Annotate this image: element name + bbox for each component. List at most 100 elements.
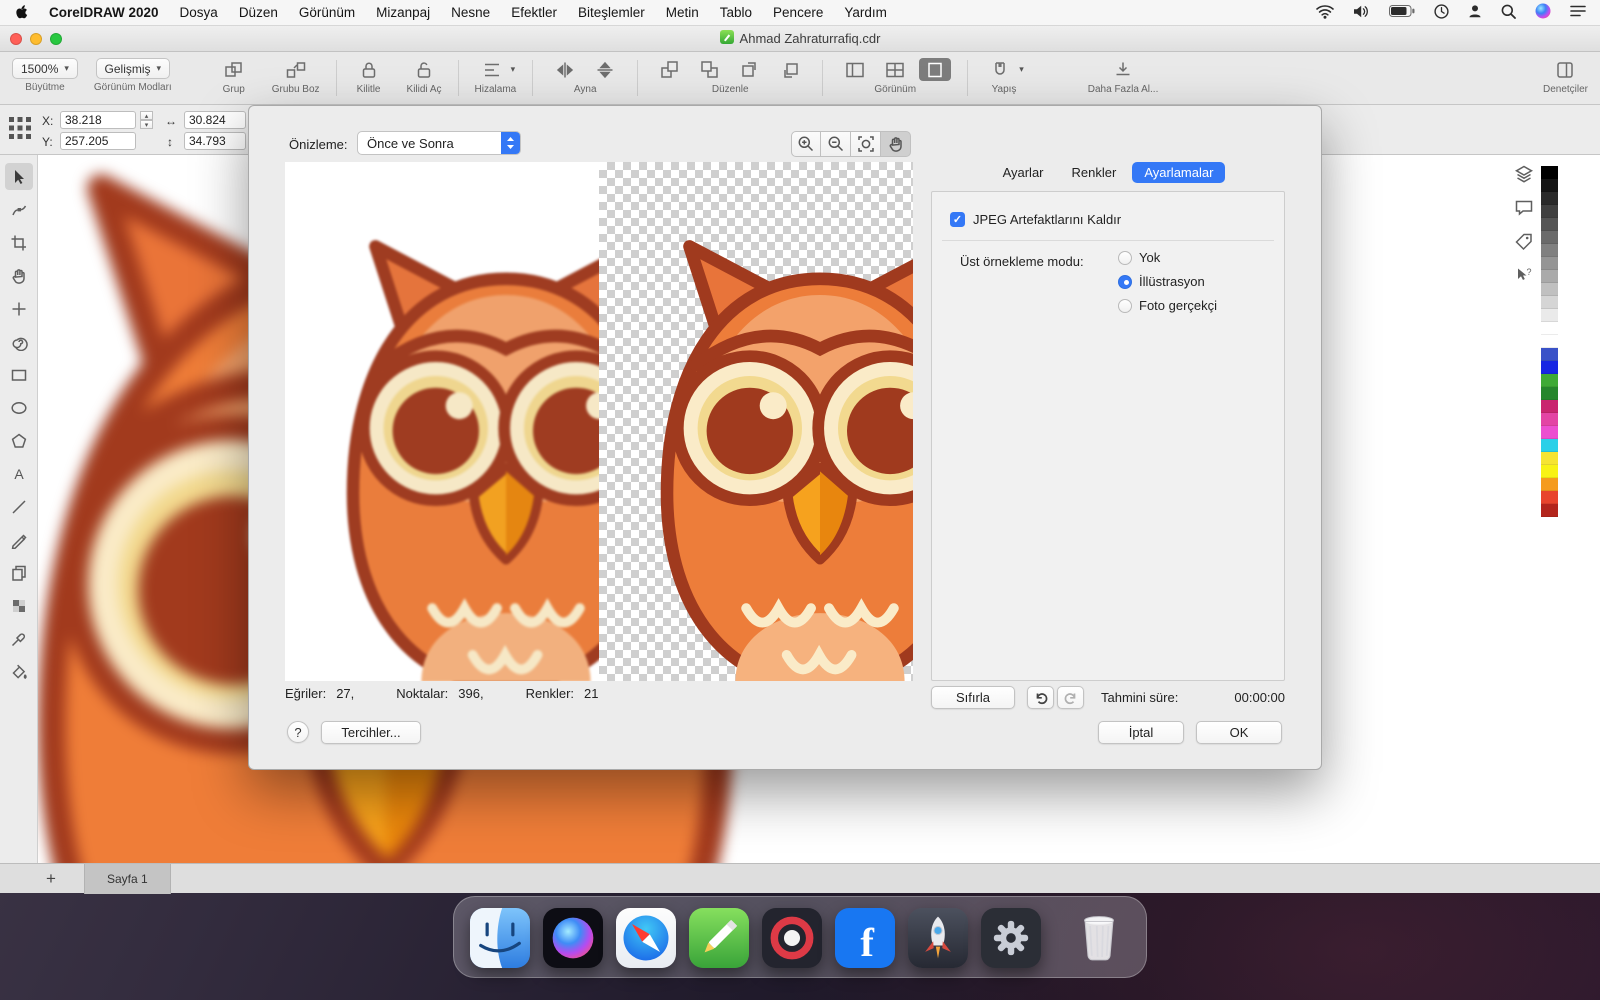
spiral-tool[interactable] — [5, 328, 33, 355]
menu-pencere[interactable]: Pencere — [773, 5, 823, 20]
palette-swatch[interactable] — [1541, 322, 1558, 335]
shape-tool[interactable] — [5, 196, 33, 223]
mirror-horizontal-button[interactable] — [549, 58, 581, 81]
order-to-front-button[interactable] — [654, 58, 686, 81]
palette-swatch[interactable] — [1541, 309, 1558, 322]
wifi-icon[interactable] — [1316, 4, 1334, 22]
step-back-button[interactable] — [774, 58, 806, 81]
menu-nesne[interactable]: Nesne — [451, 5, 490, 20]
dock-screen-recorder[interactable] — [762, 908, 822, 968]
dock-system-settings[interactable] — [981, 908, 1041, 968]
inspectors-button[interactable]: Denetçiler — [1543, 58, 1588, 95]
palette-swatch[interactable] — [1541, 296, 1558, 309]
zoom-level-select[interactable]: 1500% ▾ — [12, 58, 78, 79]
dock-pencil-app[interactable] — [689, 908, 749, 968]
pan-tool[interactable] — [5, 262, 33, 289]
rectangle-tool[interactable] — [5, 361, 33, 388]
palette-swatch[interactable] — [1541, 179, 1558, 192]
palette-swatch[interactable] — [1541, 205, 1558, 218]
order-to-back-button[interactable] — [694, 58, 726, 81]
radio-foto-gercekci[interactable]: Foto gerçekçi — [1118, 298, 1217, 313]
object-height-field[interactable] — [184, 132, 246, 150]
palette-swatch[interactable] — [1541, 478, 1558, 491]
dock-facebook[interactable]: f — [835, 908, 895, 968]
palette-swatch[interactable] — [1541, 348, 1558, 361]
view-single-button[interactable] — [919, 58, 952, 81]
pick-tool[interactable] — [4, 163, 33, 190]
get-more-button[interactable]: Daha Fazla Al... — [1088, 58, 1158, 95]
menu-tablo[interactable]: Tablo — [720, 5, 752, 20]
snap-button[interactable]: ▾ Yapış — [984, 58, 1024, 95]
minimize-window-button[interactable] — [30, 33, 42, 45]
y-position-field[interactable] — [60, 132, 136, 150]
object-width-field[interactable] — [184, 111, 246, 129]
dock-siri[interactable] — [543, 908, 603, 968]
palette-swatch[interactable] — [1541, 257, 1558, 270]
menu-mizanpaj[interactable]: Mizanpaj — [376, 5, 430, 20]
zoom-in-button[interactable] — [791, 131, 821, 157]
volume-icon[interactable] — [1353, 5, 1370, 21]
ellipse-tool[interactable] — [5, 394, 33, 421]
palette-swatch[interactable] — [1541, 244, 1558, 257]
user-icon[interactable] — [1468, 4, 1482, 21]
help-button[interactable]: ? — [287, 721, 309, 743]
text-tool[interactable]: A — [5, 460, 33, 487]
menu-yardim[interactable]: Yardım — [844, 5, 887, 20]
battery-icon[interactable] — [1389, 5, 1415, 20]
menu-dosya[interactable]: Dosya — [180, 5, 218, 20]
pen-tool[interactable] — [5, 526, 33, 553]
undo-button[interactable] — [1027, 686, 1054, 709]
palette-swatch[interactable] — [1541, 504, 1558, 517]
palette-swatch[interactable] — [1541, 387, 1558, 400]
menu-gorunum[interactable]: Görünüm — [299, 5, 355, 20]
unlock-button[interactable]: Kilidi Aç — [407, 58, 442, 95]
zoom-window-button[interactable] — [50, 33, 62, 45]
align-button[interactable]: ▾ Hizalama — [475, 58, 516, 95]
close-window-button[interactable] — [10, 33, 22, 45]
x-position-field[interactable] — [60, 111, 136, 129]
page-tab-sayfa1[interactable]: Sayfa 1 — [84, 863, 171, 894]
tag-button[interactable] — [1512, 230, 1536, 254]
add-page-button[interactable]: + — [36, 864, 66, 894]
eyedropper-tool[interactable] — [5, 625, 33, 652]
menu-efektler[interactable]: Efektler — [511, 5, 557, 20]
tab-renkler[interactable]: Renkler — [1060, 162, 1129, 183]
palette-swatch[interactable] — [1541, 270, 1558, 283]
clock-icon[interactable] — [1434, 3, 1449, 22]
palette-swatch[interactable] — [1541, 452, 1558, 465]
tab-ayarlamalar[interactable]: Ayarlamalar — [1132, 162, 1226, 183]
reset-button[interactable]: Sıfırla — [931, 686, 1015, 709]
search-icon[interactable] — [1501, 4, 1516, 22]
redo-button[interactable] — [1057, 686, 1084, 709]
palette-swatch[interactable] — [1541, 400, 1558, 413]
view-grid-button[interactable] — [879, 58, 911, 81]
preferences-button[interactable]: Tercihler... — [321, 721, 421, 744]
whats-this-button[interactable]: ? — [1512, 264, 1536, 288]
fill-tool[interactable] — [5, 658, 33, 685]
palette-swatch[interactable] — [1541, 491, 1558, 504]
dock-safari[interactable] — [616, 908, 676, 968]
cancel-button[interactable]: İptal — [1098, 721, 1184, 744]
dimension-tool[interactable] — [5, 295, 33, 322]
zoom-fit-button[interactable] — [851, 131, 881, 157]
dock-rocket-app[interactable] — [908, 908, 968, 968]
notification-center-icon[interactable] — [1570, 5, 1586, 20]
palette-swatch[interactable] — [1541, 361, 1558, 374]
ungroup-button[interactable]: Grubu Boz — [272, 58, 320, 95]
view-columns-button[interactable] — [839, 58, 871, 81]
palette-swatch[interactable] — [1541, 218, 1558, 231]
window-titlebar[interactable]: Ahmad Zahraturrafiq.cdr — [0, 26, 1600, 52]
layers-button[interactable] — [1512, 162, 1536, 186]
preview-before-pane[interactable] — [285, 162, 599, 681]
menu-biteslemler[interactable]: Biteşlemler — [578, 5, 645, 20]
dock-trash[interactable] — [1068, 906, 1130, 968]
tab-ayarlar[interactable]: Ayarlar — [991, 162, 1056, 183]
palette-swatch[interactable] — [1541, 231, 1558, 244]
preview-mode-popup[interactable]: Önce ve Sonra — [357, 131, 521, 155]
pan-preview-button[interactable] — [881, 131, 911, 157]
pattern-tool[interactable] — [5, 592, 33, 619]
preview-after-pane[interactable] — [599, 162, 913, 681]
lock-button[interactable]: Kilitle — [353, 58, 385, 95]
menu-duzen[interactable]: Düzen — [239, 5, 278, 20]
palette-swatch[interactable] — [1541, 192, 1558, 205]
